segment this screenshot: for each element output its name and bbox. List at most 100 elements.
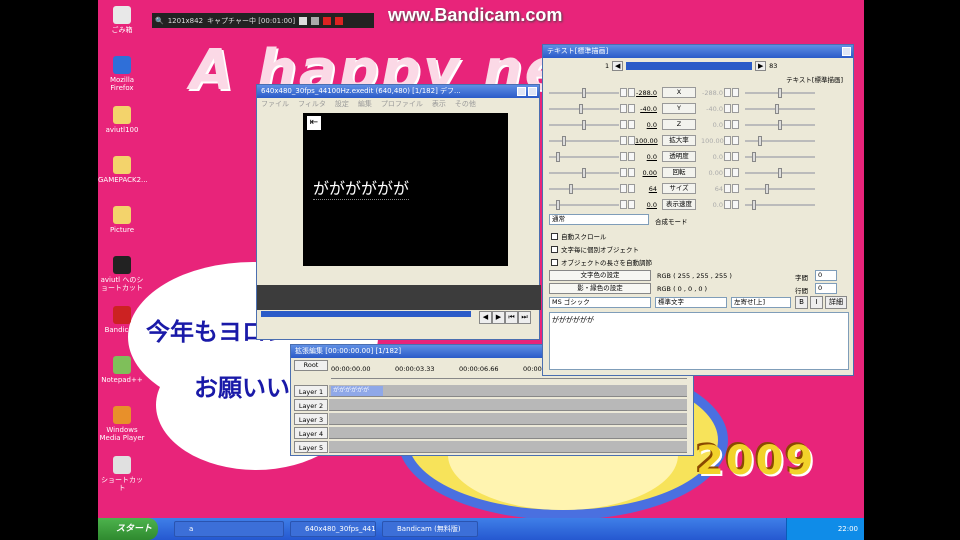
spacing-input[interactable]: 0	[815, 270, 837, 281]
param-end-slider[interactable]	[745, 167, 815, 178]
auto-length-check[interactable]: オブジェクトの長さを自動調節	[551, 257, 652, 267]
increment-icon[interactable]	[732, 184, 739, 193]
layer-lane-1[interactable]: がががががが	[329, 385, 687, 397]
param-end-value[interactable]: 0.0	[701, 201, 723, 209]
slider-thumb[interactable]	[578, 103, 583, 114]
blend-mode-select[interactable]: 通常	[549, 214, 649, 225]
layer-lane-3[interactable]	[329, 413, 687, 425]
timeline-root[interactable]: Root	[294, 360, 328, 371]
menu-filter[interactable]: フィルタ	[298, 98, 326, 110]
text-content-area[interactable]: がががががが	[549, 312, 849, 370]
desktop-icon[interactable]: GAMEPACK2...	[98, 156, 148, 184]
increment-icon[interactable]	[732, 136, 739, 145]
param-slider[interactable]	[549, 151, 619, 162]
param-value[interactable]: -40.0	[635, 105, 657, 113]
auto-scroll-check[interactable]: 自動スクロール	[551, 231, 607, 241]
panel-titlebar[interactable]: テキスト[標準描画]	[543, 45, 853, 58]
preview-caption[interactable]: がががががが	[313, 175, 410, 200]
decrement-icon[interactable]	[620, 184, 627, 193]
slider-thumb[interactable]	[562, 135, 567, 146]
slider-thumb[interactable]	[555, 151, 560, 162]
param-slider[interactable]	[549, 167, 619, 178]
param-end-slider[interactable]	[745, 103, 815, 114]
param-slider[interactable]	[549, 87, 619, 98]
task-explorer[interactable]: a	[174, 521, 284, 537]
increment-icon[interactable]	[628, 120, 635, 129]
style-select[interactable]: 標準文字	[655, 297, 727, 308]
slider-thumb[interactable]	[764, 183, 769, 194]
close-icon[interactable]	[335, 16, 344, 25]
menu-view[interactable]: 表示	[432, 98, 446, 110]
decrement-icon[interactable]	[724, 120, 731, 129]
slider-thumb[interactable]	[582, 167, 586, 178]
increment-icon[interactable]	[732, 104, 739, 113]
back-icon[interactable]: ⇤	[307, 116, 321, 130]
increment-icon[interactable]	[732, 200, 739, 209]
slider-thumb[interactable]	[778, 119, 782, 130]
stop-icon[interactable]	[323, 16, 332, 25]
slider-thumb[interactable]	[774, 103, 779, 114]
decrement-icon[interactable]	[724, 88, 731, 97]
detail-button[interactable]: 詳細	[825, 296, 847, 309]
decrement-icon[interactable]	[620, 120, 627, 129]
decrement-icon[interactable]	[620, 88, 627, 97]
slider-thumb[interactable]	[582, 119, 586, 130]
layer-label-1[interactable]: Layer 1	[294, 385, 328, 397]
increment-icon[interactable]	[732, 88, 739, 97]
desktop-icon[interactable]: aviutl へのショートカット	[98, 256, 146, 292]
layer-label-5[interactable]: Layer 5	[294, 441, 328, 453]
decrement-icon[interactable]	[620, 104, 627, 113]
increment-icon[interactable]	[628, 200, 635, 209]
param-value[interactable]: -288.0	[635, 89, 657, 97]
increment-icon[interactable]	[628, 168, 635, 177]
preview-titlebar[interactable]: 640x480_30fps_44100Hz.exedit (640,480) […	[257, 85, 539, 98]
layer-label-3[interactable]: Layer 3	[294, 413, 328, 425]
param-label[interactable]: 表示速度	[662, 199, 696, 210]
slider-thumb[interactable]	[778, 167, 782, 178]
param-label[interactable]: Y	[662, 103, 696, 114]
pen-icon[interactable]	[311, 16, 320, 25]
layer-label-4[interactable]: Layer 4	[294, 427, 328, 439]
param-end-value[interactable]: 100.00	[701, 137, 724, 145]
increment-icon[interactable]	[628, 184, 635, 193]
rewind-icon[interactable]: ◀	[612, 61, 624, 71]
start-button[interactable]: スタート	[98, 518, 158, 540]
layer-lane-2[interactable]	[329, 399, 687, 411]
slider-thumb[interactable]	[751, 199, 756, 210]
param-label[interactable]: サイズ	[662, 183, 696, 194]
clock[interactable]: 22:00	[838, 525, 858, 533]
param-end-slider[interactable]	[745, 119, 815, 130]
param-value[interactable]: 64	[635, 185, 657, 193]
param-end-value[interactable]: 0.00	[701, 169, 723, 177]
decrement-icon[interactable]	[724, 200, 731, 209]
task-aviutl[interactable]: 640x480_30fps_44100...	[290, 521, 376, 537]
per-char-object-check[interactable]: 文字毎に個別オブジェクト	[551, 244, 639, 254]
desktop-icon[interactable]: ショートカット	[98, 456, 146, 492]
font-select[interactable]: MS ゴシック	[549, 297, 651, 308]
param-slider[interactable]	[549, 199, 619, 210]
frame-slider[interactable]	[626, 62, 753, 70]
decrement-icon[interactable]	[724, 104, 731, 113]
text-color-button[interactable]: 文字色の設定	[549, 270, 651, 281]
maximize-icon[interactable]	[528, 87, 537, 96]
forward-icon[interactable]: ▶	[755, 61, 767, 71]
param-end-value[interactable]: 0.0	[701, 121, 723, 129]
param-slider[interactable]	[549, 183, 619, 194]
decrement-icon[interactable]	[620, 136, 627, 145]
camera-icon[interactable]	[299, 16, 308, 25]
skip-end-icon[interactable]: ⏭	[518, 311, 531, 324]
slider-thumb[interactable]	[568, 183, 573, 194]
magnifier-icon[interactable]: 🔍	[155, 17, 164, 25]
menu-file[interactable]: ファイル	[261, 98, 289, 110]
param-end-value[interactable]: -40.0	[701, 105, 723, 113]
increment-icon[interactable]	[628, 136, 635, 145]
bold-button[interactable]: B	[795, 296, 808, 309]
param-label[interactable]: 拡大率	[662, 135, 696, 146]
param-label[interactable]: X	[662, 87, 696, 98]
param-end-slider[interactable]	[745, 135, 815, 146]
slider-thumb[interactable]	[582, 87, 586, 98]
param-label[interactable]: Z	[662, 119, 696, 130]
param-end-slider[interactable]	[745, 183, 815, 194]
decrement-icon[interactable]	[724, 152, 731, 161]
align-select[interactable]: 左寄せ[上]	[731, 297, 791, 308]
